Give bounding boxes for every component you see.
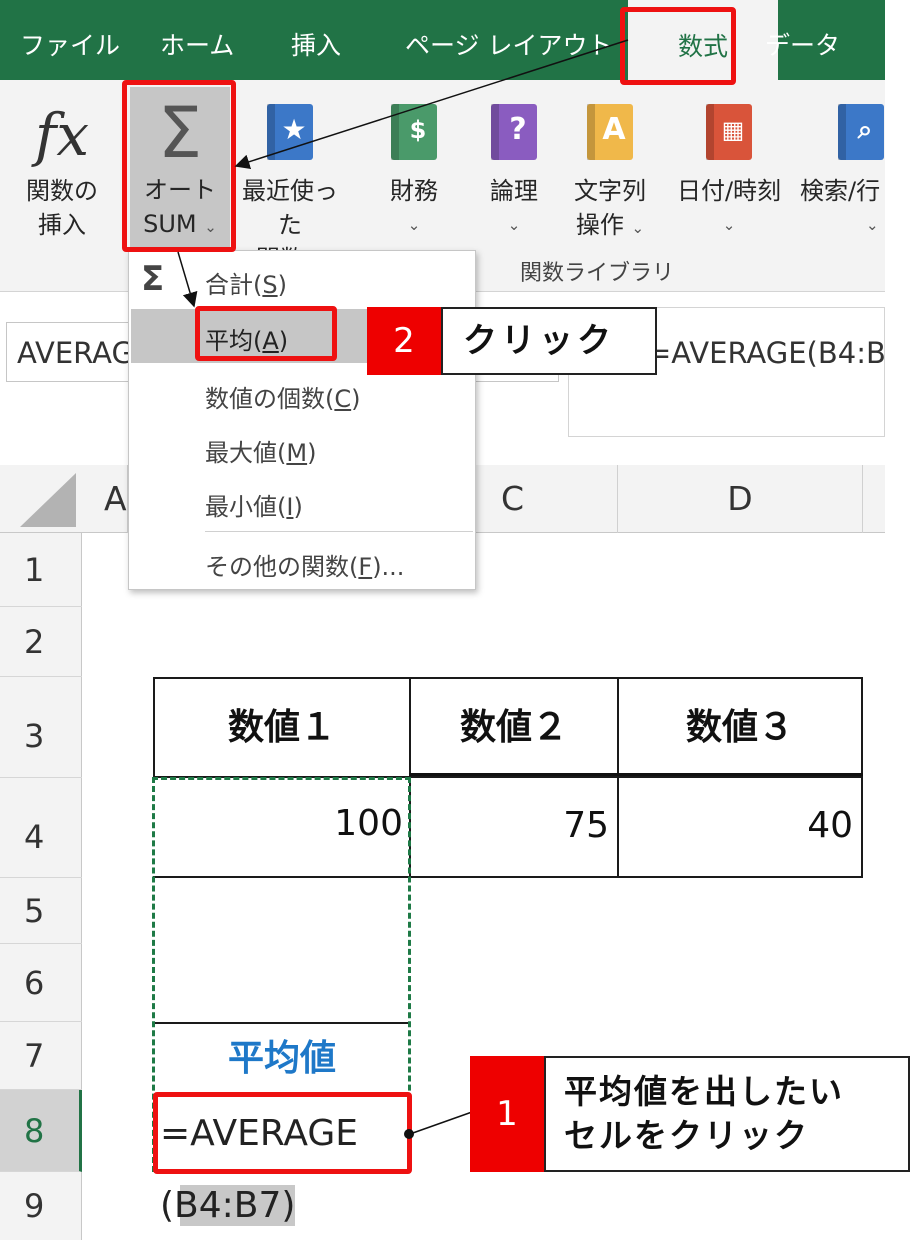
connector-dot <box>404 1129 414 1139</box>
step-1-callout-line1: 平均値を出したい <box>564 1072 844 1111</box>
step-1-callout-line2: セルをクリック <box>564 1116 809 1155</box>
step-2-badge: 2 <box>367 307 441 375</box>
step-2-callout: クリック <box>441 307 657 375</box>
annotation-arrows <box>177 39 629 1139</box>
arrow-tab-to-autosum <box>234 39 629 170</box>
arrow-autosum-to-average <box>177 251 198 308</box>
step-1-callout: 平均値を出したい セルをクリック <box>544 1056 910 1172</box>
connector-cell-to-callout1 <box>409 1111 473 1135</box>
step-1-badge: 1 <box>470 1056 544 1172</box>
